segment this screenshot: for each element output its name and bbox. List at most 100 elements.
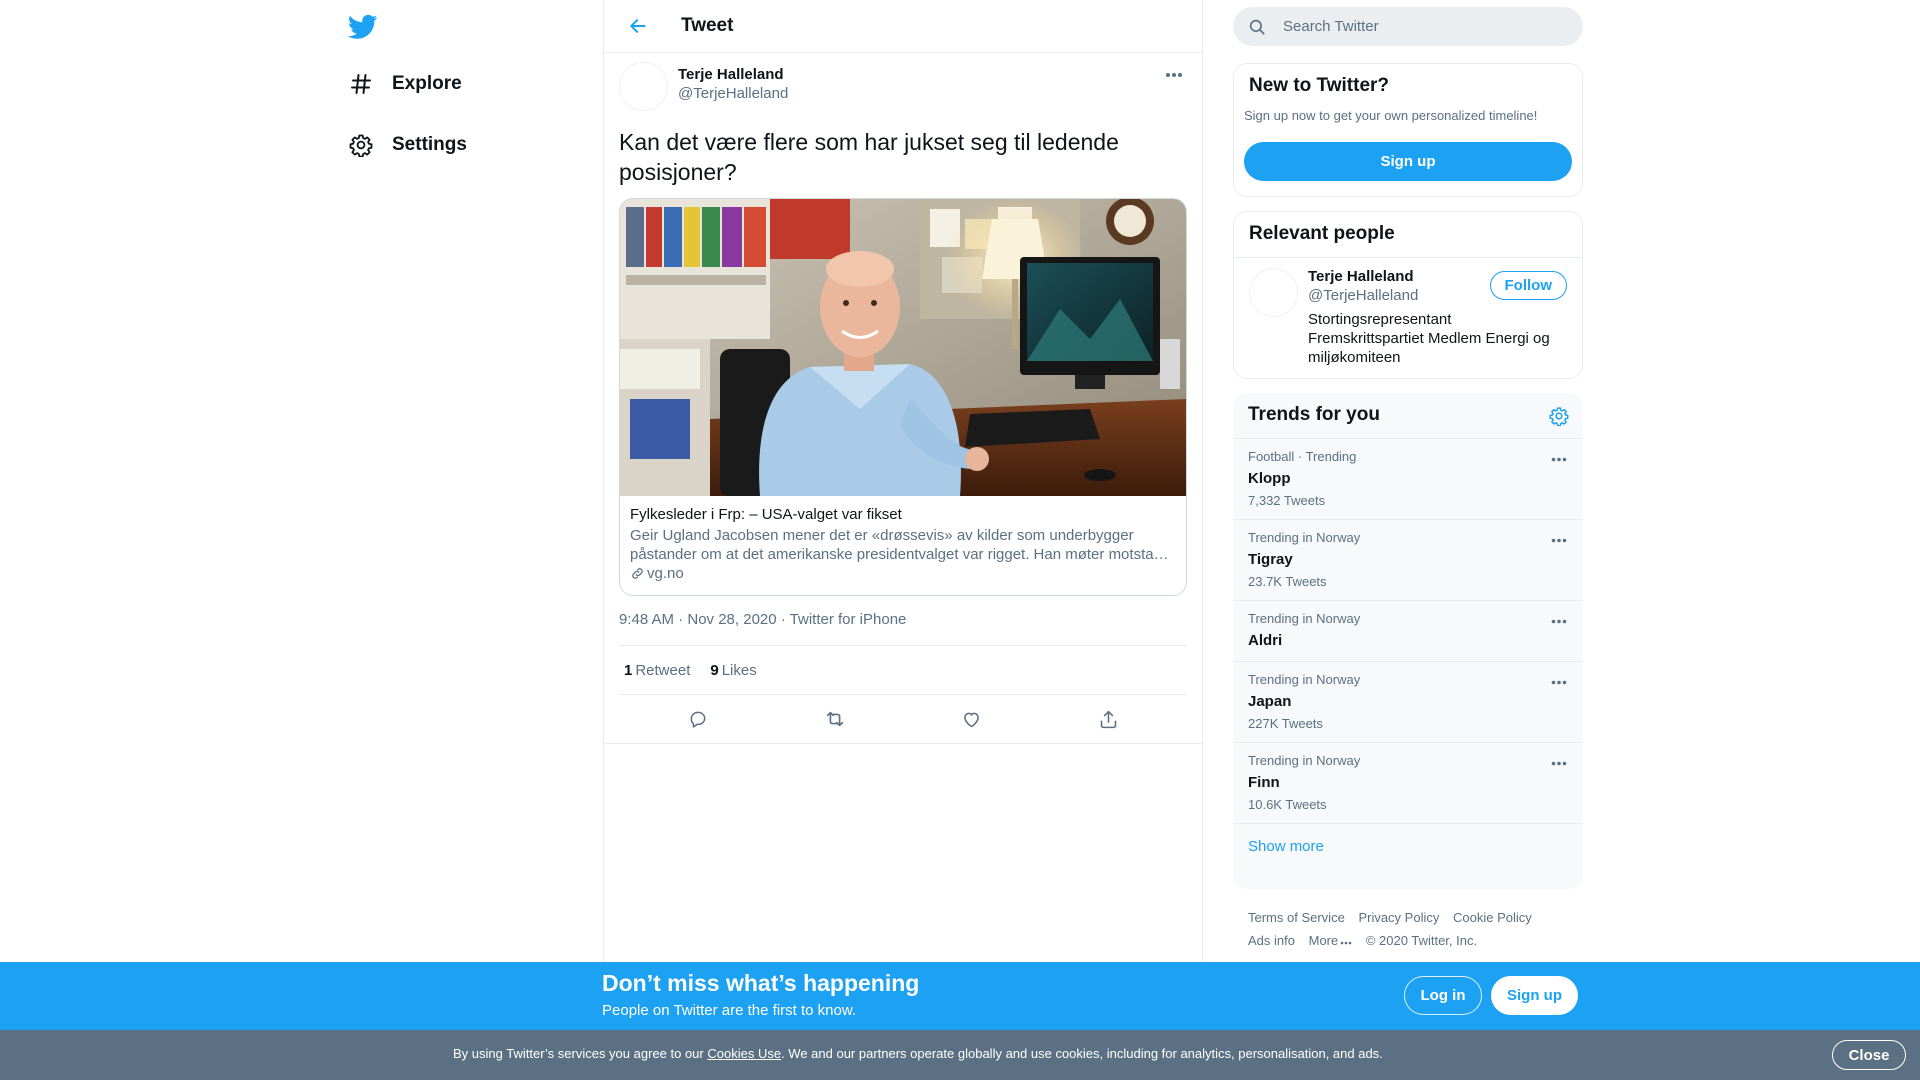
likes-stat[interactable]: 9 Likes bbox=[710, 662, 756, 679]
trend-context: Trending in Norway bbox=[1248, 530, 1361, 545]
trend-item-finn[interactable]: Trending in Norway Finn 10.6K Tweets bbox=[1233, 743, 1583, 824]
tweet-stats: 1 Retweet 9 Likes bbox=[619, 645, 1187, 695]
signup-banner: Don’t miss what’s happening People on Tw… bbox=[0, 962, 1920, 1030]
trend-name: Japan bbox=[1248, 693, 1292, 710]
footer-links: Terms of Service Privacy Policy Cookie P… bbox=[1248, 906, 1578, 952]
search-icon bbox=[1248, 17, 1268, 37]
cookie-text-before: By using Twitter’s services you agree to… bbox=[453, 1046, 708, 1061]
ads-info-link[interactable]: Ads info bbox=[1248, 933, 1295, 948]
card-photo bbox=[620, 199, 1186, 496]
trend-context: Football · Trending bbox=[1248, 449, 1357, 464]
main-column: Tweet Terje Halleland @TerjeHalleland Ka… bbox=[603, 0, 1203, 962]
more-options-icon[interactable] bbox=[1549, 534, 1569, 546]
trends-panel: Trends for you Football · Trending Klopp… bbox=[1233, 393, 1583, 889]
trend-name: Klopp bbox=[1248, 470, 1291, 487]
retweets-count: 1 bbox=[624, 661, 633, 679]
trend-context: Trending in Norway bbox=[1248, 611, 1361, 626]
retweets-stat[interactable]: 1 Retweet bbox=[624, 662, 690, 679]
trend-item-japan[interactable]: Trending in Norway Japan 227K Tweets bbox=[1233, 662, 1583, 743]
hashtag-icon bbox=[348, 71, 374, 97]
nav-settings[interactable]: Settings bbox=[348, 128, 467, 162]
share-icon[interactable] bbox=[1091, 701, 1127, 737]
tweet-timestamp[interactable]: 9:48 AM · Nov 28, 2020 bbox=[619, 611, 777, 628]
more-dots-icon bbox=[1340, 941, 1352, 945]
trend-count: 7,332 Tweets bbox=[1248, 493, 1326, 508]
like-heart-icon[interactable] bbox=[954, 701, 990, 737]
more-link-label: More bbox=[1308, 933, 1339, 948]
tweet-text: Kan det være flere som har jukset seg ti… bbox=[619, 129, 1119, 185]
search-box[interactable] bbox=[1233, 7, 1583, 46]
cookie-close-button[interactable]: Close bbox=[1832, 1040, 1906, 1070]
more-link[interactable]: More bbox=[1309, 933, 1353, 948]
nav-settings-label: Settings bbox=[392, 134, 467, 155]
trend-count: 227K Tweets bbox=[1248, 716, 1323, 731]
relevant-user-handle[interactable]: @TerjeHalleland bbox=[1308, 287, 1418, 304]
copyright: © 2020 Twitter, Inc. bbox=[1365, 933, 1478, 948]
more-options-icon[interactable] bbox=[1549, 453, 1569, 465]
relevant-user-name[interactable]: Terje Halleland bbox=[1308, 268, 1414, 285]
cookie-text-after: . We and our partners operate globally a… bbox=[781, 1046, 1383, 1061]
cookies-use-link[interactable]: Cookies Use bbox=[707, 1046, 781, 1061]
cookie-consent-bar: By using Twitter’s services you agree to… bbox=[0, 1030, 1920, 1080]
trend-name: Finn bbox=[1248, 774, 1280, 791]
more-options-icon[interactable] bbox=[1549, 615, 1569, 627]
trend-item-tigray[interactable]: Trending in Norway Tigray 23.7K Tweets bbox=[1233, 520, 1583, 601]
author-handle[interactable]: @TerjeHalleland bbox=[678, 85, 788, 102]
tweet-source[interactable]: Twitter for iPhone bbox=[790, 611, 907, 628]
avatar[interactable] bbox=[619, 62, 668, 111]
tweet-actions bbox=[604, 695, 1202, 744]
back-arrow-icon[interactable] bbox=[620, 8, 656, 44]
trend-context: Trending in Norway bbox=[1248, 753, 1361, 768]
cookie-text: By using Twitter’s services you agree to… bbox=[453, 1046, 1383, 1061]
avatar[interactable] bbox=[1249, 268, 1298, 317]
author-name[interactable]: Terje Halleland bbox=[678, 66, 784, 83]
trends-title: Trends for you bbox=[1248, 404, 1380, 425]
relevant-people-title: Relevant people bbox=[1249, 223, 1395, 244]
relevant-user-bio: Stortingsrepresentant Fremskrittspartiet… bbox=[1308, 311, 1550, 366]
terms-link[interactable]: Terms of Service bbox=[1248, 910, 1345, 925]
link-icon bbox=[632, 568, 643, 579]
reply-icon[interactable] bbox=[680, 701, 716, 737]
privacy-link[interactable]: Privacy Policy bbox=[1358, 910, 1439, 925]
twitter-logo-icon[interactable] bbox=[347, 12, 378, 42]
tweet-author: Terje Halleland @TerjeHalleland bbox=[619, 62, 1187, 126]
more-options-icon[interactable] bbox=[1549, 757, 1569, 769]
card-domain-text: vg.no bbox=[647, 565, 684, 582]
follow-button[interactable]: Follow bbox=[1489, 271, 1567, 300]
meta-separator: · bbox=[776, 611, 790, 628]
trend-name: Aldri bbox=[1248, 632, 1283, 649]
card-domain: vg.no bbox=[630, 564, 1176, 583]
banner-title: Don’t miss what’s happening bbox=[602, 970, 920, 996]
relevant-people-panel: Relevant people Terje Halleland @TerjeHa… bbox=[1233, 211, 1583, 379]
gear-icon bbox=[348, 132, 374, 158]
new-to-twitter-subtitle: Sign up now to get your own personalized… bbox=[1244, 108, 1538, 123]
tweet-header: Tweet bbox=[604, 0, 1202, 53]
card-title: Fylkesleder i Frp: – USA-valget var fiks… bbox=[630, 506, 902, 523]
more-options-icon[interactable] bbox=[1549, 676, 1569, 688]
card-description: Geir Ugland Jacobsen mener det er «drøss… bbox=[630, 527, 1169, 563]
trend-item-aldri[interactable]: Trending in Norway Aldri bbox=[1233, 601, 1583, 662]
cookie-policy-link[interactable]: Cookie Policy bbox=[1453, 910, 1532, 925]
trend-name: Tigray bbox=[1248, 551, 1293, 568]
sidebar-signup-button[interactable]: Sign up bbox=[1244, 142, 1572, 181]
show-more-link[interactable]: Show more bbox=[1233, 824, 1583, 869]
nav-explore-label: Explore bbox=[392, 73, 462, 94]
likes-count: 9 bbox=[710, 661, 719, 679]
banner-signup-button[interactable]: Sign up bbox=[1491, 976, 1578, 1015]
page-title: Tweet bbox=[681, 15, 734, 36]
search-input[interactable] bbox=[1283, 18, 1553, 35]
more-options-icon[interactable] bbox=[1163, 68, 1185, 82]
nav-explore[interactable]: Explore bbox=[348, 67, 462, 101]
login-button[interactable]: Log in bbox=[1404, 976, 1482, 1015]
trends-settings-gear-icon[interactable] bbox=[1547, 404, 1571, 428]
trend-context: Trending in Norway bbox=[1248, 672, 1361, 687]
banner-subtitle: People on Twitter are the first to know. bbox=[602, 1002, 857, 1019]
link-card[interactable]: Fylkesleder i Frp: – USA-valget var fiks… bbox=[619, 198, 1187, 596]
retweet-icon[interactable] bbox=[817, 701, 853, 737]
trend-item-klopp[interactable]: Football · Trending Klopp 7,332 Tweets bbox=[1233, 439, 1583, 520]
new-to-twitter-panel: New to Twitter? Sign up now to get your … bbox=[1233, 63, 1583, 197]
relevant-user[interactable]: Terje Halleland @TerjeHalleland Follow S… bbox=[1234, 258, 1582, 378]
retweets-label: Retweet bbox=[635, 661, 691, 679]
tweet-meta: 9:48 AM · Nov 28, 2020 · Twitter for iPh… bbox=[619, 611, 1187, 631]
new-to-twitter-title: New to Twitter? bbox=[1249, 75, 1390, 96]
